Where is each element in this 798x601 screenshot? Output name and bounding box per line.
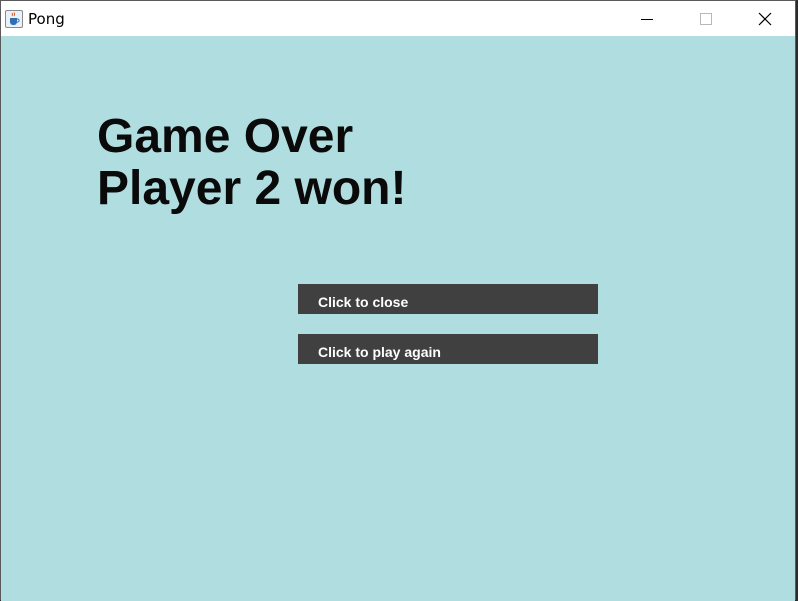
game-over-heading: Game Over [97, 110, 354, 163]
close-window-button[interactable] [736, 1, 794, 36]
minimize-button[interactable] [618, 1, 676, 36]
window-title: Pong [28, 9, 65, 28]
maximize-button[interactable] [677, 1, 735, 36]
close-game-button[interactable]: Click to close [298, 284, 598, 314]
title-bar[interactable]: Pong [1, 1, 795, 36]
java-cup-icon[interactable] [5, 9, 23, 28]
minimize-icon [641, 18, 653, 20]
close-icon [758, 12, 772, 25]
winner-heading: Player 2 won! [97, 162, 407, 215]
app-window: Pong Game Over Player 2 won! Click to cl… [0, 0, 796, 601]
maximize-icon [700, 12, 712, 25]
play-again-button[interactable]: Click to play again [298, 334, 598, 364]
game-canvas[interactable]: Game Over Player 2 won! Click to close C… [1, 36, 795, 601]
